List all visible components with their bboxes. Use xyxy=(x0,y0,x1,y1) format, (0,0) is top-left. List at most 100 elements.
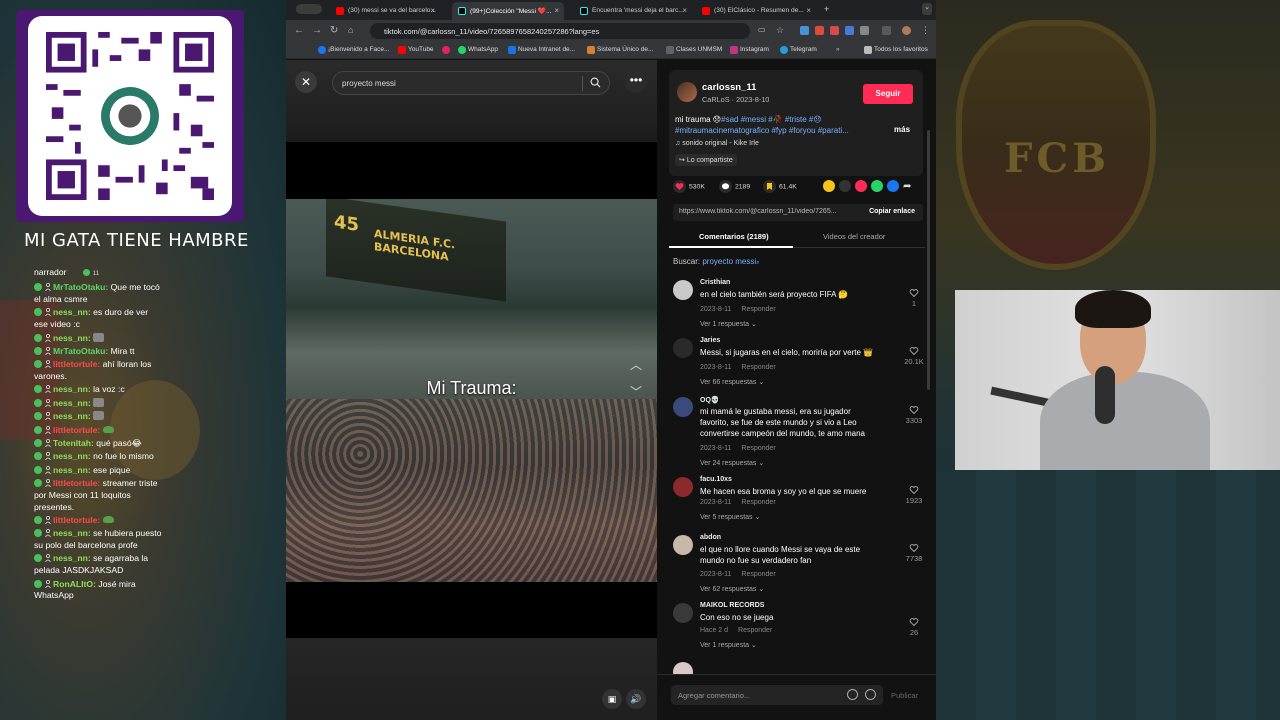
reply-button[interactable]: Responder xyxy=(741,445,775,452)
comment-like[interactable]: 1923 xyxy=(899,485,929,505)
next-video-chevron-icon[interactable]: ﹀ xyxy=(630,383,642,400)
extension-icon[interactable] xyxy=(882,26,891,35)
commenter-avatar[interactable] xyxy=(673,603,693,623)
commenter-name[interactable]: MAIKOL RECORDS xyxy=(700,602,764,609)
repost-icon[interactable] xyxy=(855,180,867,192)
tab-comments[interactable]: Comentarios (2189) xyxy=(699,232,769,241)
comment-like[interactable]: 20.1K xyxy=(899,346,929,366)
reply-button[interactable]: Responder xyxy=(741,364,775,371)
sound-info[interactable]: ♫ sonido original - Kike Irle xyxy=(675,140,759,147)
whatsapp-share-icon[interactable] xyxy=(871,180,883,192)
emoji-icon[interactable] xyxy=(865,689,876,700)
extension-icon[interactable] xyxy=(800,26,809,35)
home-icon[interactable]: ⌂ xyxy=(348,25,353,35)
commenter-avatar[interactable] xyxy=(673,397,693,417)
comment-like[interactable]: 3303 xyxy=(899,405,929,425)
search-icon[interactable] xyxy=(590,77,601,88)
chat-message: ness_nn: se hubiera puesto su polo del b… xyxy=(34,528,164,551)
new-tab-icon[interactable]: + xyxy=(824,4,829,14)
mention-icon[interactable] xyxy=(847,689,858,700)
browser-tab-active[interactable]: (99+)Colección "Messi ❤️... × xyxy=(452,2,564,20)
copy-link-button[interactable]: Copiar enlace xyxy=(869,208,915,215)
coin-icon[interactable] xyxy=(823,180,835,192)
previous-video-chevron-icon[interactable]: ︿ xyxy=(630,356,642,373)
translate-icon[interactable] xyxy=(845,26,854,35)
save-button[interactable]: 61.4K xyxy=(763,180,797,194)
creator-username[interactable]: carlossn_11 xyxy=(702,82,756,93)
picture-in-picture-icon[interactable]: ▣ xyxy=(602,689,622,709)
profile-avatar-icon[interactable] xyxy=(902,26,911,35)
extensions-puzzle-icon[interactable] xyxy=(860,26,869,35)
video-link[interactable]: https://www.tiktok.com/@carlossn_11/vide… xyxy=(679,208,854,215)
bookmark-all[interactable]: Todos los favoritos xyxy=(864,46,928,54)
comment-input[interactable]: Agregar comentario... xyxy=(671,685,883,705)
close-video-button[interactable]: ✕ xyxy=(295,71,317,93)
publish-button[interactable]: Publicar xyxy=(891,691,918,700)
close-icon[interactable]: × xyxy=(682,6,687,15)
commenter-avatar[interactable] xyxy=(673,535,693,555)
more-link[interactable]: más xyxy=(894,125,910,134)
commenter-avatar[interactable] xyxy=(673,280,693,300)
comment-like[interactable]: 26 xyxy=(899,617,929,637)
commenter-name[interactable]: facu.10xs xyxy=(700,476,732,483)
creator-avatar[interactable] xyxy=(677,82,697,102)
bookmark-instagram[interactable]: Instagram xyxy=(730,46,769,54)
menu-kebab-icon[interactable]: ⋮ xyxy=(921,25,930,36)
bookmark-youtube[interactable]: YouTube xyxy=(398,46,434,54)
comment-button[interactable]: 2189 xyxy=(719,180,750,194)
commenter-avatar[interactable] xyxy=(673,338,693,358)
reply-button[interactable]: Responder xyxy=(741,499,775,506)
browser-tab[interactable]: Encuentra 'messi deja el barc... × xyxy=(574,2,692,20)
comment-like[interactable]: 1 xyxy=(899,288,929,308)
comment-like[interactable]: 7738 xyxy=(899,543,929,563)
close-icon[interactable]: × xyxy=(806,6,811,15)
bookmarks-overflow-icon[interactable]: » xyxy=(836,46,840,53)
tab-creator-videos[interactable]: Videos del creador xyxy=(823,232,885,241)
view-replies-link[interactable]: Ver 1 respuesta ⌄ xyxy=(700,641,757,649)
facebook-share-icon[interactable] xyxy=(887,180,899,192)
commenter-name[interactable]: Jaries xyxy=(700,337,720,344)
reply-button[interactable]: Responder xyxy=(741,571,775,578)
commenter-name[interactable]: OQ💀 xyxy=(700,396,720,404)
view-replies-link[interactable]: Ver 66 respuestas ⌄ xyxy=(700,378,764,386)
close-icon[interactable]: × xyxy=(554,6,559,15)
embed-icon[interactable] xyxy=(839,180,851,192)
commenter-name[interactable]: abdon xyxy=(700,534,721,541)
forward-icon[interactable]: → xyxy=(312,25,322,36)
cast-icon[interactable]: ▭ xyxy=(758,25,766,34)
more-options-button[interactable]: ••• xyxy=(625,71,647,93)
search-query-link[interactable]: proyecto messi xyxy=(702,257,756,266)
bookmark-telegram[interactable]: Telegram xyxy=(780,46,817,54)
extension-icon[interactable] xyxy=(830,26,839,35)
bookmark-whatsapp[interactable]: WhatsApp xyxy=(458,46,498,54)
tab-search-button[interactable] xyxy=(296,4,322,14)
view-replies-link[interactable]: Ver 1 respuesta ⌄ xyxy=(700,320,757,328)
share-more-icon[interactable]: ➦ xyxy=(903,180,911,194)
bookmark-intranet[interactable]: Nueva Intranet de... xyxy=(508,46,575,54)
commenter-name[interactable]: Cristhian xyxy=(700,279,730,286)
browser-tab[interactable]: (30) messi se va del barcelo... × xyxy=(330,2,440,20)
follow-button[interactable]: Seguir xyxy=(863,84,913,104)
view-replies-link[interactable]: Ver 24 respuestas ⌄ xyxy=(700,459,764,467)
reply-button[interactable]: Responder xyxy=(741,306,775,313)
close-icon[interactable]: × xyxy=(430,6,435,15)
reply-button[interactable]: Responder xyxy=(738,627,772,634)
bookmark-facebook[interactable]: ¡Bienvenido a Face... xyxy=(318,46,389,54)
reload-icon[interactable]: ↻ xyxy=(330,25,338,36)
bookmark-sistema[interactable]: Sistema Único de... xyxy=(587,46,653,54)
heart-outline-icon xyxy=(909,347,919,356)
adblock-icon[interactable] xyxy=(815,26,824,35)
search-input[interactable]: proyecto messi xyxy=(332,71,610,95)
like-button[interactable]: 530K xyxy=(673,180,705,194)
back-icon[interactable]: ← xyxy=(294,25,304,36)
bookmark-star-icon[interactable]: ☆ xyxy=(776,25,784,36)
bookmark-clases[interactable]: Clases UNMSM xyxy=(666,46,722,54)
browser-tab[interactable]: (30) ElClásico - Resumen de... × xyxy=(696,2,816,20)
commenter-avatar[interactable] xyxy=(673,477,693,497)
view-replies-link[interactable]: Ver 62 respuestas ⌄ xyxy=(700,585,764,593)
comments-scrollbar[interactable] xyxy=(927,130,930,390)
address-bar[interactable]: tiktok.com/@carlossn_11/video/7265897658… xyxy=(370,23,750,39)
view-replies-link[interactable]: Ver 5 respuestas ⌄ xyxy=(700,513,760,521)
volume-icon[interactable]: 🔊 xyxy=(626,689,646,709)
tab-menu-chevron-icon[interactable]: ⌄ xyxy=(922,3,932,15)
